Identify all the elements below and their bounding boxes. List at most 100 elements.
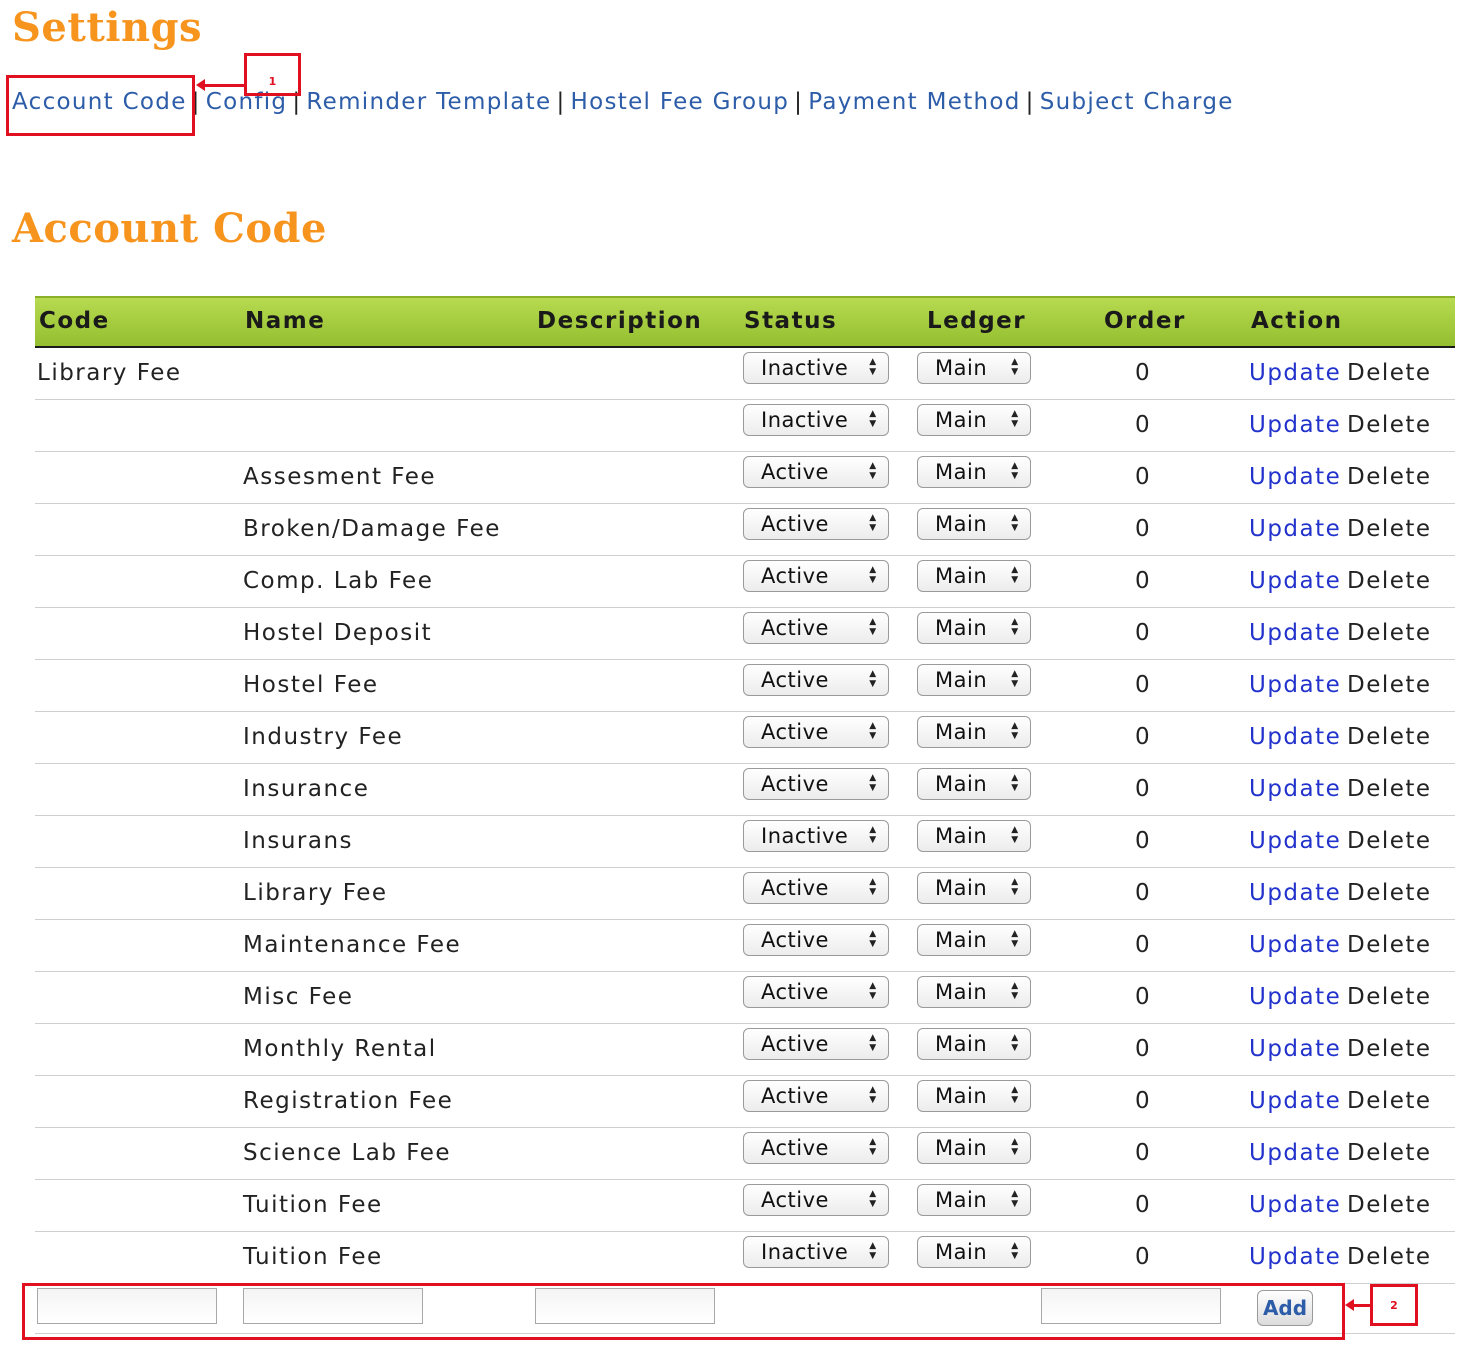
update-link[interactable]: Update — [1249, 516, 1341, 542]
row-order: 0 — [1135, 412, 1152, 438]
delete-link[interactable]: Delete — [1347, 984, 1432, 1010]
delete-link[interactable]: Delete — [1347, 568, 1432, 594]
select-arrows-icon: ▲ ▼ — [869, 513, 877, 533]
update-link[interactable]: Update — [1249, 984, 1341, 1010]
status-value: Inactive — [761, 1240, 849, 1264]
ledger-select[interactable]: Main ▲ ▼ — [917, 820, 1031, 852]
delete-link[interactable]: Delete — [1347, 412, 1432, 438]
delete-link[interactable]: Delete — [1347, 1192, 1432, 1218]
status-select[interactable]: Active ▲ ▼ — [743, 612, 889, 644]
ledger-select[interactable]: Main ▲ ▼ — [917, 872, 1031, 904]
status-select[interactable]: Active ▲ ▼ — [743, 456, 889, 488]
delete-link[interactable]: Delete — [1347, 672, 1432, 698]
delete-link[interactable]: Delete — [1347, 1088, 1432, 1114]
status-select[interactable]: Inactive ▲ ▼ — [743, 1236, 889, 1268]
nav-separator: | — [556, 89, 566, 115]
ledger-select[interactable]: Main ▲ ▼ — [917, 1080, 1031, 1112]
status-value: Active — [761, 1032, 829, 1056]
select-arrows-icon: ▲ ▼ — [869, 877, 877, 897]
update-link[interactable]: Update — [1249, 620, 1341, 646]
row-order: 0 — [1135, 1140, 1152, 1166]
table-row: Library Fee Active ▲ ▼ Main ▲ ▼ 0 Update Delete — [35, 868, 1455, 920]
ledger-select[interactable]: Main ▲ ▼ — [917, 508, 1031, 540]
select-arrows-icon: ▲ ▼ — [1011, 721, 1019, 741]
status-select[interactable]: Inactive ▲ ▼ — [743, 352, 889, 384]
update-link[interactable]: Update — [1249, 568, 1341, 594]
update-link[interactable]: Update — [1249, 776, 1341, 802]
status-value: Active — [761, 564, 829, 588]
table-header: Code Name Description Status Ledger Orde… — [35, 296, 1455, 348]
ledger-select[interactable]: Main ▲ ▼ — [917, 768, 1031, 800]
nav-subject-charge[interactable]: Subject Charge — [1040, 89, 1234, 115]
delete-link[interactable]: Delete — [1347, 880, 1432, 906]
delete-link[interactable]: Delete — [1347, 360, 1432, 386]
ledger-select[interactable]: Main ▲ ▼ — [917, 352, 1031, 384]
update-link[interactable]: Update — [1249, 724, 1341, 750]
ledger-select[interactable]: Main ▲ ▼ — [917, 612, 1031, 644]
ledger-select[interactable]: Main ▲ ▼ — [917, 976, 1031, 1008]
ledger-select[interactable]: Main ▲ ▼ — [917, 1236, 1031, 1268]
update-link[interactable]: Update — [1249, 672, 1341, 698]
ledger-select[interactable]: Main ▲ ▼ — [917, 1184, 1031, 1216]
update-link[interactable]: Update — [1249, 360, 1341, 386]
ledger-select[interactable]: Main ▲ ▼ — [917, 456, 1031, 488]
delete-link[interactable]: Delete — [1347, 620, 1432, 646]
status-select[interactable]: Active ▲ ▼ — [743, 1184, 889, 1216]
status-select[interactable]: Active ▲ ▼ — [743, 872, 889, 904]
update-link[interactable]: Update — [1249, 1088, 1341, 1114]
update-link[interactable]: Update — [1249, 880, 1341, 906]
update-link[interactable]: Update — [1249, 412, 1341, 438]
select-arrows-icon: ▲ ▼ — [1011, 773, 1019, 793]
ledger-select[interactable]: Main ▲ ▼ — [917, 1028, 1031, 1060]
status-value: Active — [761, 1188, 829, 1212]
status-select[interactable]: Active ▲ ▼ — [743, 924, 889, 956]
update-link[interactable]: Update — [1249, 1244, 1341, 1270]
status-value: Active — [761, 616, 829, 640]
status-value: Active — [761, 512, 829, 536]
update-link[interactable]: Update — [1249, 932, 1341, 958]
status-value: Inactive — [761, 356, 849, 380]
ledger-select[interactable]: Main ▲ ▼ — [917, 1132, 1031, 1164]
status-select[interactable]: Active ▲ ▼ — [743, 560, 889, 592]
status-select[interactable]: Active ▲ ▼ — [743, 768, 889, 800]
select-arrows-icon: ▲ ▼ — [1011, 1033, 1019, 1053]
update-link[interactable]: Update — [1249, 1140, 1341, 1166]
status-select[interactable]: Active ▲ ▼ — [743, 1028, 889, 1060]
status-select[interactable]: Active ▲ ▼ — [743, 716, 889, 748]
row-order: 0 — [1135, 724, 1152, 750]
nav-hostel-fee-group[interactable]: Hostel Fee Group — [571, 89, 790, 115]
ledger-select[interactable]: Main ▲ ▼ — [917, 664, 1031, 696]
delete-link[interactable]: Delete — [1347, 828, 1432, 854]
delete-link[interactable]: Delete — [1347, 464, 1432, 490]
ledger-select[interactable]: Main ▲ ▼ — [917, 560, 1031, 592]
status-select[interactable]: Active ▲ ▼ — [743, 976, 889, 1008]
delete-link[interactable]: Delete — [1347, 1140, 1432, 1166]
delete-link[interactable]: Delete — [1347, 932, 1432, 958]
row-order: 0 — [1135, 828, 1152, 854]
update-link[interactable]: Update — [1249, 1192, 1341, 1218]
update-link[interactable]: Update — [1249, 1036, 1341, 1062]
ledger-select[interactable]: Main ▲ ▼ — [917, 716, 1031, 748]
update-link[interactable]: Update — [1249, 828, 1341, 854]
status-select[interactable]: Active ▲ ▼ — [743, 508, 889, 540]
delete-link[interactable]: Delete — [1347, 516, 1432, 542]
delete-link[interactable]: Delete — [1347, 776, 1432, 802]
nav-reminder-template[interactable]: Reminder Template — [306, 89, 551, 115]
delete-link[interactable]: Delete — [1347, 724, 1432, 750]
ledger-select[interactable]: Main ▲ ▼ — [917, 404, 1031, 436]
status-value: Active — [761, 980, 829, 1004]
status-select[interactable]: Inactive ▲ ▼ — [743, 404, 889, 436]
table-row: Tuition Fee Inactive ▲ ▼ Main ▲ ▼ 0 Update Delete — [35, 1232, 1455, 1284]
delete-link[interactable]: Delete — [1347, 1244, 1432, 1270]
table-row: Hostel Fee Active ▲ ▼ Main ▲ ▼ 0 Update Delete — [35, 660, 1455, 712]
update-link[interactable]: Update — [1249, 464, 1341, 490]
status-select[interactable]: Active ▲ ▼ — [743, 1132, 889, 1164]
status-select[interactable]: Active ▲ ▼ — [743, 664, 889, 696]
status-select[interactable]: Inactive ▲ ▼ — [743, 820, 889, 852]
column-header-action: Action — [1251, 308, 1343, 334]
ledger-select[interactable]: Main ▲ ▼ — [917, 924, 1031, 956]
delete-link[interactable]: Delete — [1347, 1036, 1432, 1062]
select-arrows-icon: ▲ ▼ — [869, 1137, 877, 1157]
nav-payment-method[interactable]: Payment Method — [808, 89, 1020, 115]
status-select[interactable]: Active ▲ ▼ — [743, 1080, 889, 1112]
